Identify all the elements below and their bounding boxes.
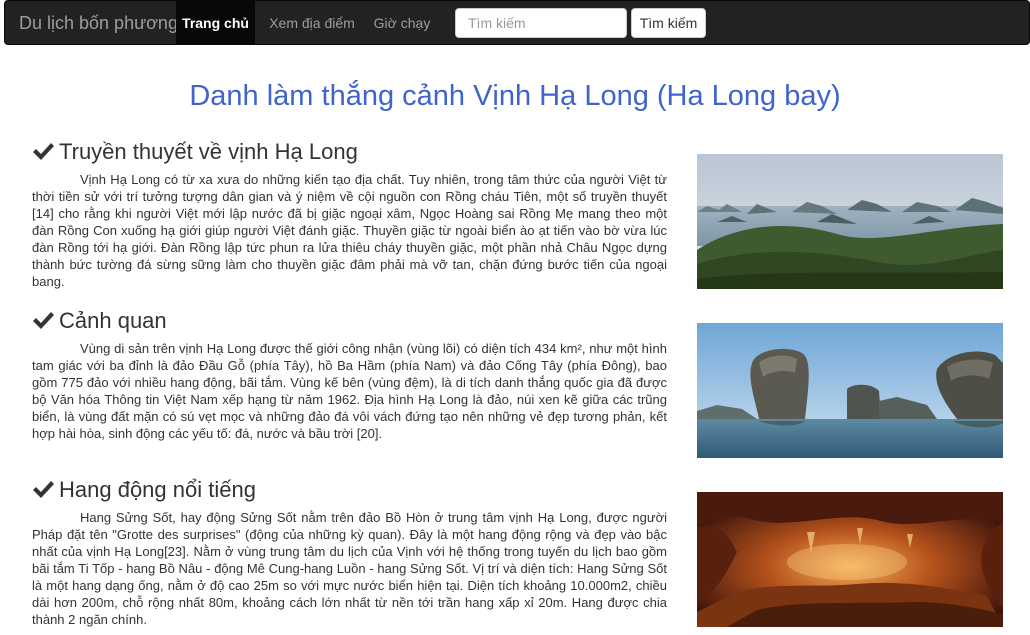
checkmark-icon [33, 312, 54, 329]
section-heading-text: Hang động nổi tiếng [59, 477, 256, 502]
page-title: Danh làm thắng cảnh Vịnh Hạ Long (Ha Lon… [189, 80, 841, 112]
halong-bay-islands-photo [697, 154, 1003, 289]
section-heading-landscape: Cảnh quan [32, 306, 167, 336]
checkmark-icon [33, 143, 54, 160]
search-input[interactable] [455, 8, 627, 38]
section-text-landscape: Vùng di sản trên vịnh Hạ Long được thế g… [32, 341, 667, 441]
search-button[interactable]: Tìm kiếm [631, 8, 706, 38]
sung-sot-cave-photo [697, 492, 1003, 627]
section-heading-legend: Truyền thuyết về vịnh Hạ Long [32, 137, 358, 167]
checkmark-icon [33, 481, 54, 498]
section-text-legend: Vịnh Hạ Long có từ xa xưa do những kiến … [32, 172, 667, 289]
section-heading-text: Cảnh quan [59, 308, 167, 333]
section-heading-text: Truyền thuyết về vịnh Hạ Long [59, 139, 358, 164]
nav-item-home[interactable]: Trang chủ [176, 1, 255, 45]
navbar: Du lịch bốn phương Trang chủ Xem địa điể… [4, 0, 1030, 45]
section-text-caves: Hang Sửng Sốt, hay động Sửng Sốt nằm trê… [32, 510, 667, 627]
nav-item-schedule[interactable]: Giờ chạy [369, 1, 435, 45]
brand-link[interactable]: Du lịch bốn phương [19, 1, 178, 46]
nav-item-locations[interactable]: Xem địa điểm [263, 1, 361, 45]
section-heading-caves: Hang động nổi tiếng [32, 475, 256, 505]
limestone-rocks-photo [697, 323, 1003, 458]
